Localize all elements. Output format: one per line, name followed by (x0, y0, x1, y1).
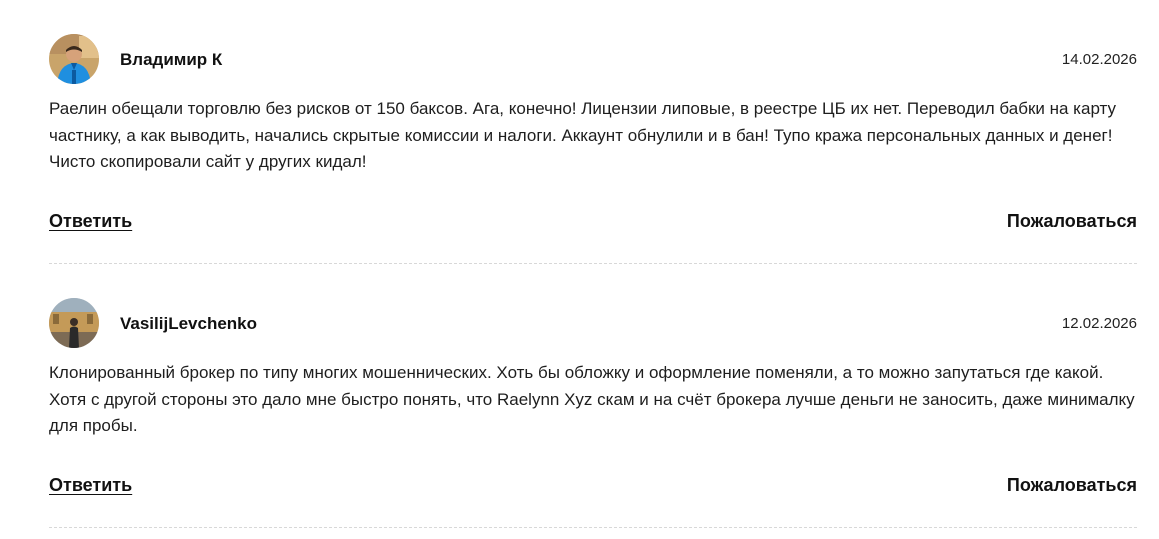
comment-date: 14.02.2026 (1061, 51, 1137, 68)
comments-list: Владимир К 14.02.2026 Раелин обещали тор… (49, 0, 1137, 528)
comment-text: Клонированный брокер по типу многих моше… (49, 363, 1135, 435)
comment-text: Раелин обещали торговлю без рисков от 15… (49, 99, 1116, 171)
comment-item: Владимир К 14.02.2026 Раелин обещали тор… (49, 0, 1137, 264)
reply-link[interactable]: Ответить (49, 209, 132, 233)
report-link[interactable]: Пожаловаться (1007, 209, 1137, 233)
avatar (49, 298, 99, 348)
user-photo-icon (49, 34, 99, 84)
comment-author: VasilijLevchenko (120, 314, 258, 333)
comment-author: Владимир К (120, 50, 223, 69)
avatar (49, 34, 99, 84)
comment-date: 12.02.2026 (1061, 315, 1137, 332)
reply-link[interactable]: Ответить (49, 473, 132, 497)
user-photo-icon (49, 298, 99, 348)
comment-item: VasilijLevchenko 12.02.2026 Клонированны… (49, 264, 1137, 528)
report-link[interactable]: Пожаловаться (1007, 473, 1137, 497)
